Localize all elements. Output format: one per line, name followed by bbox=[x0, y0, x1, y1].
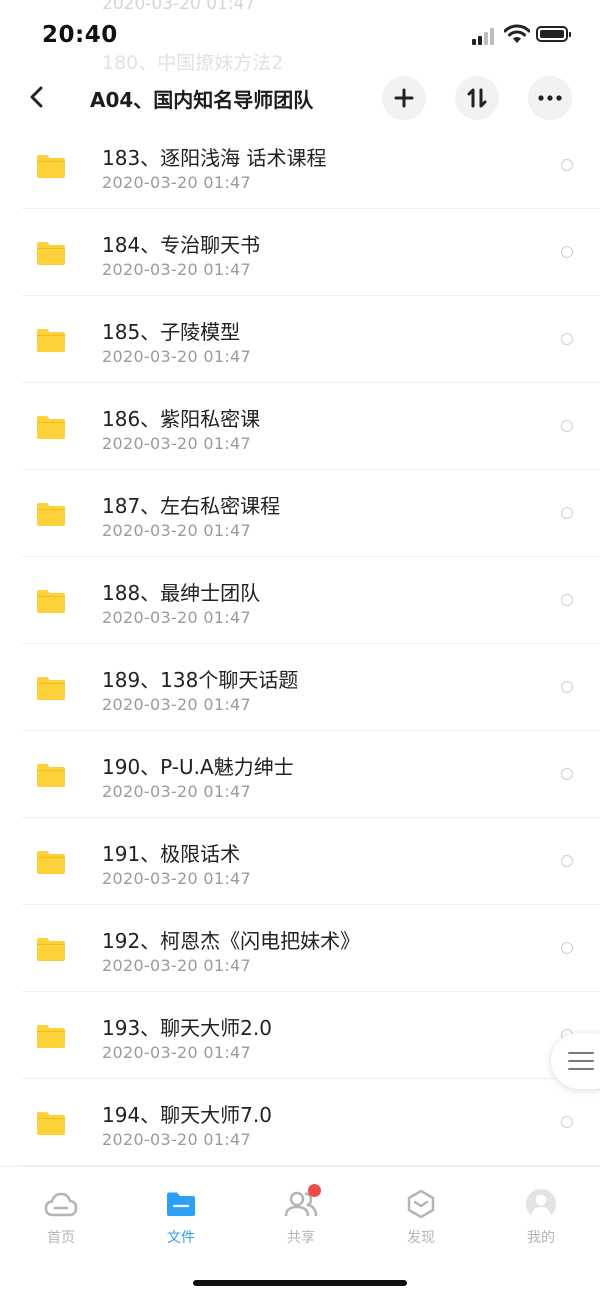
chevron-left-icon bbox=[30, 86, 43, 108]
status-time: 20:40 bbox=[42, 22, 118, 48]
tab-discover[interactable]: 发现 bbox=[381, 1187, 461, 1247]
file-name: 183、逐阳浅海 话术课程 bbox=[102, 146, 327, 170]
folder-icon bbox=[37, 764, 65, 787]
file-date: 2020-03-20 01:47 bbox=[102, 956, 251, 975]
file-row[interactable]: 192、柯恩杰《闪电把妹术》 2020-03-20 01:47 bbox=[0, 905, 600, 992]
sort-icon bbox=[467, 88, 487, 108]
file-name: 194、聊天大师7.0 bbox=[102, 1103, 272, 1127]
tab-home[interactable]: 首页 bbox=[21, 1187, 101, 1247]
select-radio[interactable] bbox=[561, 681, 573, 693]
tab-label: 发现 bbox=[407, 1230, 435, 1246]
file-date: 2020-03-20 01:47 bbox=[102, 434, 251, 453]
file-name: 192、柯恩杰《闪电把妹术》 bbox=[102, 929, 361, 953]
file-row[interactable]: 187、左右私密课程 2020-03-20 01:47 bbox=[0, 470, 600, 557]
wifi-icon bbox=[504, 24, 530, 43]
select-radio[interactable] bbox=[561, 1116, 573, 1128]
select-radio[interactable] bbox=[561, 246, 573, 258]
file-date: 2020-03-20 01:47 bbox=[102, 782, 251, 801]
file-list: 183、逐阳浅海 话术课程 2020-03-20 01:47 184、专治聊天书… bbox=[0, 122, 600, 1166]
folder-icon bbox=[167, 1192, 195, 1216]
sort-button[interactable] bbox=[455, 76, 499, 120]
folder-icon bbox=[37, 938, 65, 961]
tab-label: 文件 bbox=[167, 1230, 195, 1246]
plus-icon bbox=[394, 88, 414, 108]
status-bar: 2020-03-20 01:47 20:40 bbox=[0, 0, 600, 70]
file-name: 186、紫阳私密课 bbox=[102, 407, 261, 431]
cloud-icon bbox=[44, 1192, 78, 1217]
file-name: 191、极限话术 bbox=[102, 842, 241, 866]
tab-files[interactable]: 文件 bbox=[141, 1187, 221, 1247]
file-row[interactable]: 185、子陵模型 2020-03-20 01:47 bbox=[0, 296, 600, 383]
file-name: 189、138个聊天话题 bbox=[102, 668, 299, 692]
tab-label: 共享 bbox=[287, 1230, 315, 1246]
nav-bar: 180、中国撩妹方法2 A04、国内知名导师团队 bbox=[0, 52, 600, 128]
folder-icon bbox=[37, 1025, 65, 1048]
folder-icon bbox=[37, 329, 65, 352]
select-radio[interactable] bbox=[561, 942, 573, 954]
menu-icon bbox=[568, 1052, 594, 1076]
file-date: 2020-03-20 01:47 bbox=[102, 608, 251, 627]
file-date: 2020-03-20 01:47 bbox=[102, 521, 251, 540]
notification-badge bbox=[308, 1184, 321, 1197]
file-date: 2020-03-20 01:47 bbox=[102, 869, 251, 888]
folder-icon bbox=[37, 677, 65, 700]
file-name: 187、左右私密课程 bbox=[102, 494, 281, 518]
file-date: 2020-03-20 01:47 bbox=[102, 1043, 251, 1062]
select-radio[interactable] bbox=[561, 333, 573, 345]
tab-label: 我的 bbox=[527, 1230, 555, 1246]
file-row[interactable]: 193、聊天大师2.0 2020-03-20 01:47 bbox=[0, 992, 600, 1079]
file-row[interactable]: 190、P-U.A魅力绅士 2020-03-20 01:47 bbox=[0, 731, 600, 818]
battery-icon bbox=[536, 26, 571, 42]
file-row[interactable]: 188、最绅士团队 2020-03-20 01:47 bbox=[0, 557, 600, 644]
file-row[interactable]: 194、聊天大师7.0 2020-03-20 01:47 bbox=[0, 1079, 600, 1166]
select-radio[interactable] bbox=[561, 855, 573, 867]
file-name: 193、聊天大师2.0 bbox=[102, 1016, 272, 1040]
file-name: 184、专治聊天书 bbox=[102, 233, 261, 257]
more-dots-icon bbox=[538, 95, 562, 101]
file-row[interactable]: 189、138个聊天话题 2020-03-20 01:47 bbox=[0, 644, 600, 731]
file-name: 188、最绅士团队 bbox=[102, 581, 261, 605]
file-date: 2020-03-20 01:47 bbox=[102, 260, 251, 279]
select-radio[interactable] bbox=[561, 594, 573, 606]
tab-share[interactable]: 共享 bbox=[261, 1184, 341, 1247]
file-name: 190、P-U.A魅力绅士 bbox=[102, 755, 294, 779]
avatar-icon bbox=[526, 1189, 556, 1219]
file-date: 2020-03-20 01:47 bbox=[102, 695, 251, 714]
folder-icon bbox=[37, 590, 65, 613]
back-button[interactable] bbox=[22, 82, 52, 112]
discover-icon bbox=[407, 1189, 435, 1219]
file-date: 2020-03-20 01:47 bbox=[102, 1130, 251, 1149]
folder-icon bbox=[37, 242, 65, 265]
signal-icon bbox=[472, 27, 498, 45]
tab-mine[interactable]: 我的 bbox=[501, 1187, 581, 1247]
folder-icon bbox=[37, 851, 65, 874]
page-title: A04、国内知名导师团队 bbox=[90, 88, 314, 112]
file-name: 185、子陵模型 bbox=[102, 320, 241, 344]
select-radio[interactable] bbox=[561, 159, 573, 171]
file-date: 2020-03-20 01:47 bbox=[102, 347, 251, 366]
select-radio[interactable] bbox=[561, 420, 573, 432]
more-button[interactable] bbox=[528, 76, 572, 120]
folder-icon bbox=[37, 155, 65, 178]
select-radio[interactable] bbox=[561, 768, 573, 780]
home-indicator bbox=[193, 1280, 407, 1286]
file-row[interactable]: 186、紫阳私密课 2020-03-20 01:47 bbox=[0, 383, 600, 470]
nav-ghost-title: 180、中国撩妹方法2 bbox=[102, 52, 284, 74]
file-row[interactable]: 191、极限话术 2020-03-20 01:47 bbox=[0, 818, 600, 905]
folder-icon bbox=[37, 1112, 65, 1135]
file-date: 2020-03-20 01:47 bbox=[102, 173, 251, 192]
folder-icon bbox=[37, 416, 65, 439]
file-row[interactable]: 183、逐阳浅海 话术课程 2020-03-20 01:47 bbox=[0, 122, 600, 209]
add-button[interactable] bbox=[382, 76, 426, 120]
tab-label: 首页 bbox=[47, 1230, 75, 1246]
select-radio[interactable] bbox=[561, 507, 573, 519]
floating-menu-button[interactable] bbox=[551, 1033, 600, 1089]
folder-icon bbox=[37, 503, 65, 526]
file-row[interactable]: 184、专治聊天书 2020-03-20 01:47 bbox=[0, 209, 600, 296]
status-ghost-date: 2020-03-20 01:47 bbox=[102, 0, 256, 14]
